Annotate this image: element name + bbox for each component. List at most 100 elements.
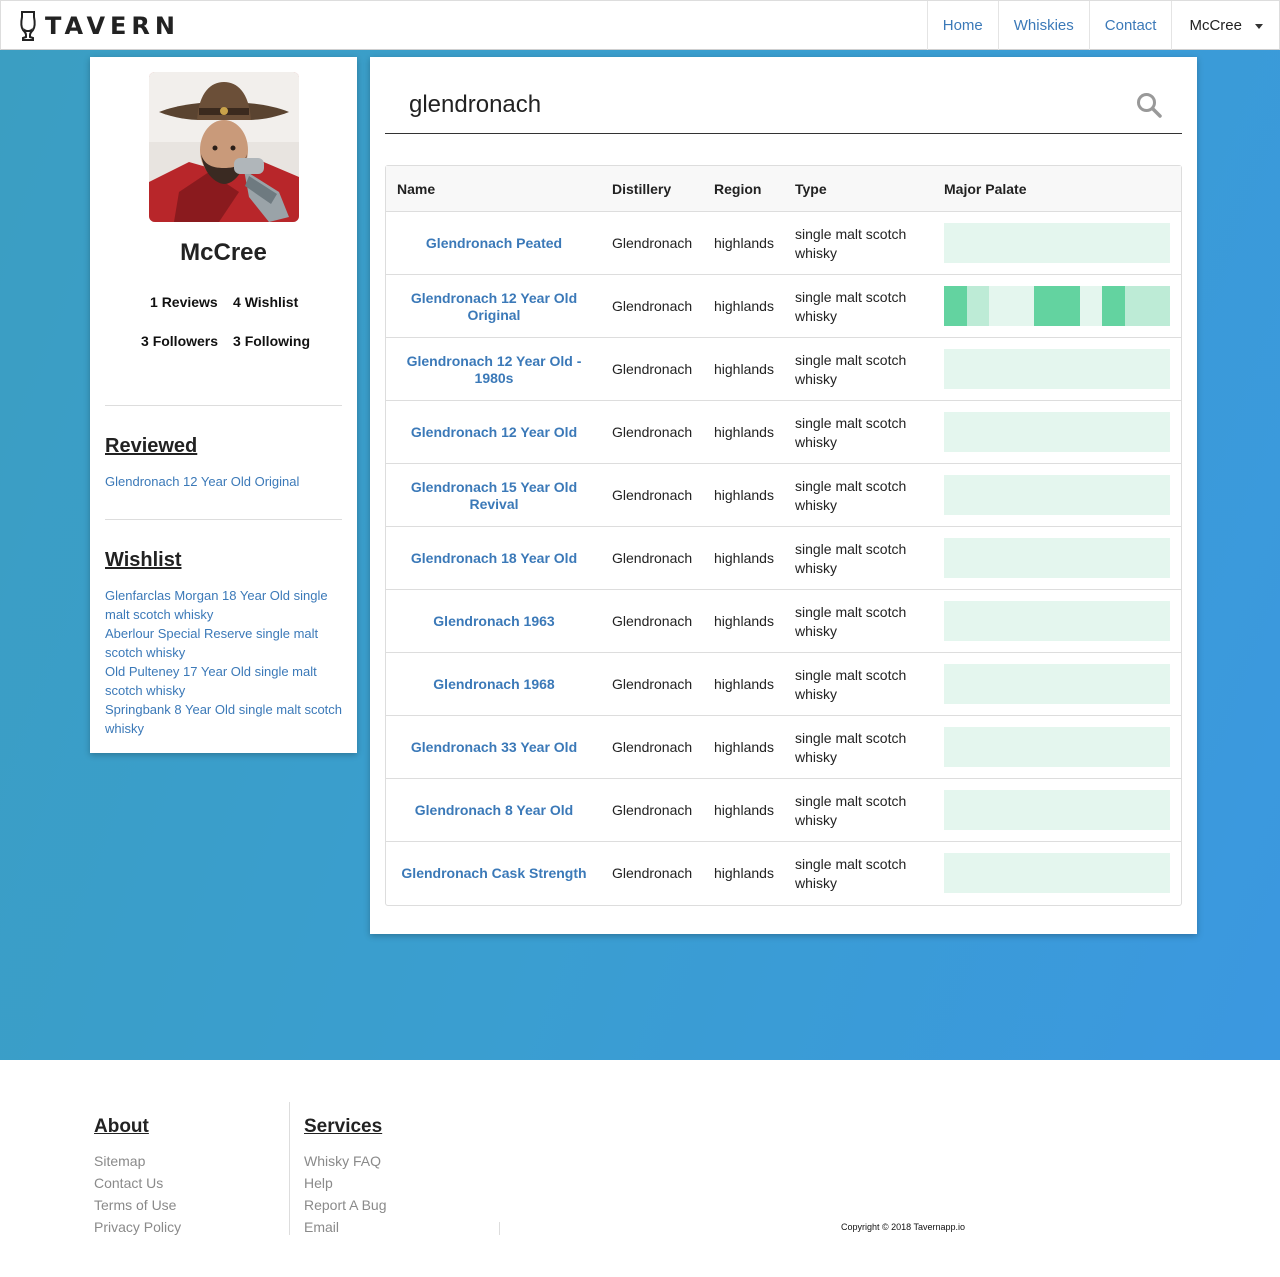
table-row: Glendronach Peated Glendronach highlands… <box>386 212 1181 275</box>
footer-divider <box>499 1222 500 1235</box>
whisky-name-link[interactable]: Glendronach 33 Year Old <box>386 716 602 779</box>
region-cell: highlands <box>714 298 774 314</box>
user-menu-label: McCree <box>1189 17 1242 34</box>
table-row: Glendronach Cask Strength Glendronach hi… <box>386 842 1181 905</box>
whisky-name-link[interactable]: Glendronach 15 Year Old Revival <box>386 464 602 527</box>
region-cell: highlands <box>714 802 774 818</box>
footer-link-faq[interactable]: Whisky FAQ <box>304 1153 381 1169</box>
distillery-column-header: Distillery <box>612 181 672 197</box>
wishlist-item[interactable]: Glenfarclas Morgan 18 Year Old single ma… <box>105 586 345 624</box>
whisky-name-link[interactable]: Glendronach 18 Year Old <box>386 527 602 590</box>
results-table: Name Distillery Region Type Major Palate… <box>385 165 1182 906</box>
whisky-name-link[interactable]: Glendronach 12 Year Old Original <box>386 275 602 338</box>
table-row: Glendronach 1963 Glendronach highlands s… <box>386 590 1181 653</box>
region-cell: highlands <box>714 361 774 377</box>
palate-bar <box>944 853 1170 893</box>
whisky-name-link[interactable]: Glendronach Cask Strength <box>386 842 602 905</box>
section-divider <box>105 519 342 520</box>
table-row: Glendronach 33 Year Old Glendronach high… <box>386 716 1181 779</box>
palate-segment <box>1124 286 1170 326</box>
palate-bar <box>944 538 1170 578</box>
type-cell: single malt scotch whisky <box>795 351 907 387</box>
footer-link-contact-us[interactable]: Contact Us <box>94 1175 163 1191</box>
distillery-cell: Glendronach <box>612 298 693 314</box>
reviews-count: 1 <box>150 294 158 310</box>
caret-down-icon <box>1255 23 1263 29</box>
footer: About Sitemap Contact Us Terms of Use Pr… <box>0 1060 1280 1277</box>
followers-count: 3 <box>141 333 149 349</box>
table-row: Glendronach 15 Year Old Revival Glendron… <box>386 464 1181 527</box>
table-header: Name Distillery Region Type Major Palate <box>386 166 1181 212</box>
type-cell: single malt scotch whisky <box>795 414 907 450</box>
brand-name: TAVERN <box>45 12 180 40</box>
wishlist-heading: Wishlist <box>105 549 182 571</box>
whisky-name-link[interactable]: Glendronach 1968 <box>386 653 602 716</box>
distillery-cell: Glendronach <box>612 487 693 503</box>
palate-bar <box>944 223 1170 263</box>
palate-segment <box>989 286 1035 326</box>
wishlist-stat[interactable]: 4 Wishlist <box>233 294 298 310</box>
region-column-header: Region <box>714 181 762 197</box>
wishlist-count: 4 <box>233 294 241 310</box>
search-input[interactable] <box>385 77 1125 132</box>
region-cell: highlands <box>714 676 774 692</box>
nav-menu: Home Whiskies Contact McCree <box>926 1 1279 50</box>
palate-bar <box>944 601 1170 641</box>
table-row: Glendronach 1968 Glendronach highlands s… <box>386 653 1181 716</box>
nav-whiskies-link[interactable]: Whiskies <box>997 1 1089 50</box>
distillery-cell: Glendronach <box>612 676 693 692</box>
wishlist-item[interactable]: Springbank 8 Year Old single malt scotch… <box>105 700 345 738</box>
whisky-name-link[interactable]: Glendronach 1963 <box>386 590 602 653</box>
footer-link-terms[interactable]: Terms of Use <box>94 1197 176 1213</box>
glencairn-glass-icon <box>20 11 36 41</box>
region-cell: highlands <box>714 739 774 755</box>
table-row: Glendronach 12 Year Old - 1980s Glendron… <box>386 338 1181 401</box>
distillery-cell: Glendronach <box>612 739 693 755</box>
wishlist-item[interactable]: Old Pulteney 17 Year Old single malt sco… <box>105 662 345 700</box>
avatar[interactable] <box>149 72 299 222</box>
palate-bar <box>944 664 1170 704</box>
type-cell: single malt scotch whisky <box>795 603 907 639</box>
whisky-name-link[interactable]: Glendronach 8 Year Old <box>386 779 602 842</box>
region-cell: highlands <box>714 613 774 629</box>
footer-link-sitemap[interactable]: Sitemap <box>94 1153 145 1169</box>
nav-home-link[interactable]: Home <box>926 1 998 50</box>
whisky-name-link[interactable]: Glendronach Peated <box>386 212 602 275</box>
search-results-card: Name Distillery Region Type Major Palate… <box>370 57 1197 934</box>
reviewed-heading: Reviewed <box>105 435 198 457</box>
following-count: 3 <box>233 333 241 349</box>
palate-segment <box>1102 286 1125 326</box>
search-bar <box>385 77 1182 134</box>
table-row: Glendronach 8 Year Old Glendronach highl… <box>386 779 1181 842</box>
type-cell: single malt scotch whisky <box>795 477 907 513</box>
footer-link-help[interactable]: Help <box>304 1175 333 1191</box>
footer-link-privacy[interactable]: Privacy Policy <box>94 1219 181 1235</box>
following-stat[interactable]: 3 Following <box>233 333 310 349</box>
palate-segment <box>966 286 990 326</box>
nav-contact-link[interactable]: Contact <box>1088 1 1172 50</box>
wishlist-item[interactable]: Aberlour Special Reserve single malt sco… <box>105 624 345 662</box>
palate-bar <box>944 727 1170 767</box>
type-cell: single malt scotch whisky <box>795 666 907 702</box>
search-icon[interactable] <box>1136 92 1162 118</box>
distillery-cell: Glendronach <box>612 802 693 818</box>
brand-logo[interactable]: TAVERN <box>19 10 180 42</box>
distillery-cell: Glendronach <box>612 550 693 566</box>
footer-link-report-bug[interactable]: Report A Bug <box>304 1197 387 1213</box>
followers-stat[interactable]: 3 Followers <box>141 333 218 349</box>
footer-link-email[interactable]: Email <box>304 1219 339 1235</box>
palate-segment <box>1034 286 1080 326</box>
type-cell: single malt scotch whisky <box>795 225 907 261</box>
palate-bar <box>944 349 1170 389</box>
whisky-name-link[interactable]: Glendronach 12 Year Old - 1980s <box>386 338 602 401</box>
palate-bar <box>944 286 1170 326</box>
reviewed-item[interactable]: Glendronach 12 Year Old Original <box>105 472 345 491</box>
reviews-stat[interactable]: 1 Reviews <box>150 294 218 310</box>
table-row: Glendronach 12 Year Old Original Glendro… <box>386 275 1181 338</box>
reviews-label: Reviews <box>161 294 218 310</box>
top-navbar: TAVERN Home Whiskies Contact McCree <box>0 0 1280 50</box>
distillery-cell: Glendronach <box>612 361 693 377</box>
user-menu-dropdown[interactable]: McCree <box>1171 1 1279 50</box>
whisky-name-link[interactable]: Glendronach 12 Year Old <box>386 401 602 464</box>
distillery-cell: Glendronach <box>612 613 693 629</box>
